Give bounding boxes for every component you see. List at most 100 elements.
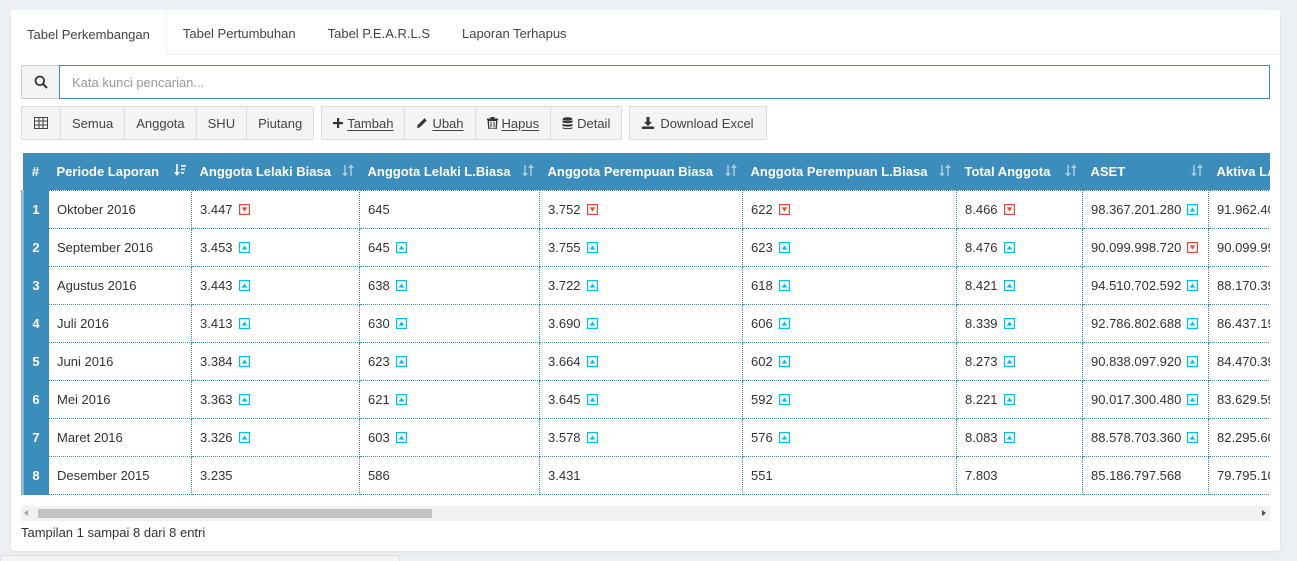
cell-periode: Juli 2016 [48, 303, 192, 343]
trend-down-icon [586, 203, 598, 215]
plus-icon [333, 118, 344, 128]
trend-up-icon [395, 393, 407, 405]
table-row[interactable]: 1 Oktober 2016 3.447 645 3.752 622 8.466 98.367… [21, 189, 1270, 229]
pencil-icon [416, 117, 428, 129]
col-header-total-anggota[interactable]: Total Anggota [956, 153, 1083, 190]
col-header-aktiva[interactable]: Aktiva LA [1208, 153, 1270, 190]
trend-up-icon [238, 431, 250, 443]
cell-c6: 85.186.797.568 [1082, 455, 1209, 495]
sort-icon [521, 164, 534, 180]
col-header-lelaki-biasa[interactable]: Anggota Lelaki Biasa [191, 153, 360, 190]
cell-c3: 3.752 [539, 189, 743, 229]
table-header-row: # Periode Laporan Anggota Lelaki Biasa A… [22, 153, 1270, 190]
col-header-aset[interactable]: ASET [1082, 153, 1209, 190]
col-header-perempuan-biasa[interactable]: Anggota Perempuan Biasa [539, 153, 743, 190]
trend-up-icon [395, 317, 407, 329]
download-excel-label: Download Excel [660, 115, 754, 131]
tab-pertumbuhan[interactable]: Tabel Pertumbuhan [167, 10, 312, 55]
delete-button-label: Hapus [501, 115, 540, 131]
trash-icon [486, 117, 498, 129]
cell-periode: Desember 2015 [48, 455, 192, 495]
table-row[interactable]: 4 Juli 2016 3.413 630 3.690 606 8.339 92.786.80… [21, 303, 1270, 343]
row-number: 7 [21, 417, 49, 457]
col-header-perempuan-lbiasa[interactable]: Anggota Perempuan L.Biasa [742, 153, 957, 190]
scroll-right-arrow[interactable] [1262, 510, 1266, 516]
cell-value: 8.339 [965, 315, 998, 331]
columns-toggle-button[interactable] [21, 106, 61, 140]
trend-up-icon [1003, 431, 1015, 443]
add-button[interactable]: Tambah [321, 106, 406, 140]
col-header-lelaki-lbiasa-label: Anggota Lelaki L.Biasa [367, 163, 511, 179]
search-input[interactable] [59, 65, 1270, 99]
cell-c1: 3.363 [191, 379, 360, 419]
cell-value: 3.235 [200, 467, 233, 483]
cell-value: 3.755 [548, 239, 581, 255]
cell-value: 8.083 [965, 429, 998, 445]
cell-value: 551 [751, 467, 773, 483]
cell-c6: 90.099.998.720 [1082, 227, 1209, 267]
trend-up-icon [778, 317, 790, 329]
cell-c4: 602 [742, 341, 957, 381]
trend-up-icon [1187, 431, 1199, 443]
table-grid-icon [34, 117, 48, 129]
cell-c3: 3.755 [539, 227, 743, 267]
action-group: Tambah Ubah Hapus Detail [321, 106, 623, 140]
table-row[interactable]: 6 Mei 2016 3.363 621 3.645 592 8.221 90.017.300… [21, 379, 1270, 419]
tab-perkembangan[interactable]: Tabel Perkembangan [11, 10, 167, 56]
trend-up-icon [1003, 241, 1015, 253]
cell-c4: 618 [742, 265, 957, 305]
data-table: # Periode Laporan Anggota Lelaki Biasa A… [21, 153, 1270, 495]
table-row[interactable]: 5 Juni 2016 3.384 623 3.664 602 8.273 90.838.09… [21, 341, 1270, 381]
database-icon [562, 116, 573, 130]
filter-piutang-button[interactable]: Piutang [246, 106, 315, 140]
cell-value: 92.786.802.688 [1091, 315, 1182, 331]
scrollbar-thumb[interactable] [38, 509, 432, 518]
download-excel-button[interactable]: Download Excel [629, 106, 767, 140]
cell-c6: 90.017.300.480 [1082, 379, 1209, 419]
cell-c1: 3.453 [191, 227, 360, 267]
cell-c5: 8.339 [956, 303, 1083, 343]
filter-semua-button[interactable]: Semua [60, 106, 126, 140]
sort-icon [1190, 164, 1203, 180]
cell-c5: 8.083 [956, 417, 1083, 457]
cell-value: 623 [751, 239, 773, 255]
cell-value: 3.752 [548, 201, 581, 217]
trend-up-icon [1187, 279, 1199, 291]
main-panel: Tabel Perkembangan Tabel Pertumbuhan Tab… [11, 10, 1280, 551]
bottom-tab-edge [0, 555, 400, 561]
cell-value: 606 [751, 315, 773, 331]
col-header-periode-label: Periode Laporan [56, 163, 160, 179]
search-bar [21, 65, 1270, 99]
download-icon [642, 117, 655, 129]
table-row[interactable]: 2 September 2016 3.453 645 3.755 623 8.476 90.0… [21, 227, 1270, 267]
table-row[interactable]: 3 Agustus 2016 3.443 638 3.722 618 8.421 94.510… [21, 265, 1270, 305]
filter-shu-button[interactable]: SHU [195, 106, 248, 140]
cell-value: 621 [368, 391, 390, 407]
table-row[interactable]: 8 Desember 2015 3.235 586 3.431 551 7.803 85.18… [21, 455, 1270, 495]
trend-up-icon [395, 241, 407, 253]
col-header-periode[interactable]: Periode Laporan [48, 153, 192, 190]
cell-value: 94.510.702.592 [1091, 277, 1182, 293]
col-header-lelaki-lbiasa[interactable]: Anggota Lelaki L.Biasa [359, 153, 540, 190]
edit-button[interactable]: Ubah [404, 106, 476, 140]
trend-down-icon [1003, 203, 1015, 215]
cell-value: 638 [368, 277, 390, 293]
horizontal-scrollbar[interactable] [21, 506, 1270, 521]
delete-button[interactable]: Hapus [474, 106, 552, 140]
col-header-aset-label: ASET [1090, 163, 1126, 179]
trend-up-icon [1003, 355, 1015, 367]
tab-pearls[interactable]: Tabel P.E.A.R.L.S [312, 10, 446, 55]
table-row[interactable]: 7 Maret 2016 3.326 603 3.578 576 8.083 88.578.7… [21, 417, 1270, 457]
row-number: 2 [21, 227, 49, 267]
tab-laporan-terhapus[interactable]: Laporan Terhapus [446, 10, 583, 55]
detail-button[interactable]: Detail [550, 106, 623, 140]
scroll-left-arrow[interactable] [24, 510, 28, 516]
tab-bar: Tabel Perkembangan Tabel Pertumbuhan Tab… [11, 10, 1280, 56]
edit-button-label: Ubah [432, 115, 464, 131]
search-icon [21, 65, 59, 99]
sort-icon [341, 164, 354, 180]
trend-up-icon [1003, 317, 1015, 329]
table-info: Tampilan 1 sampai 8 dari 8 entri [21, 525, 206, 540]
cell-c4: 592 [742, 379, 957, 419]
filter-anggota-button[interactable]: Anggota [124, 106, 197, 140]
